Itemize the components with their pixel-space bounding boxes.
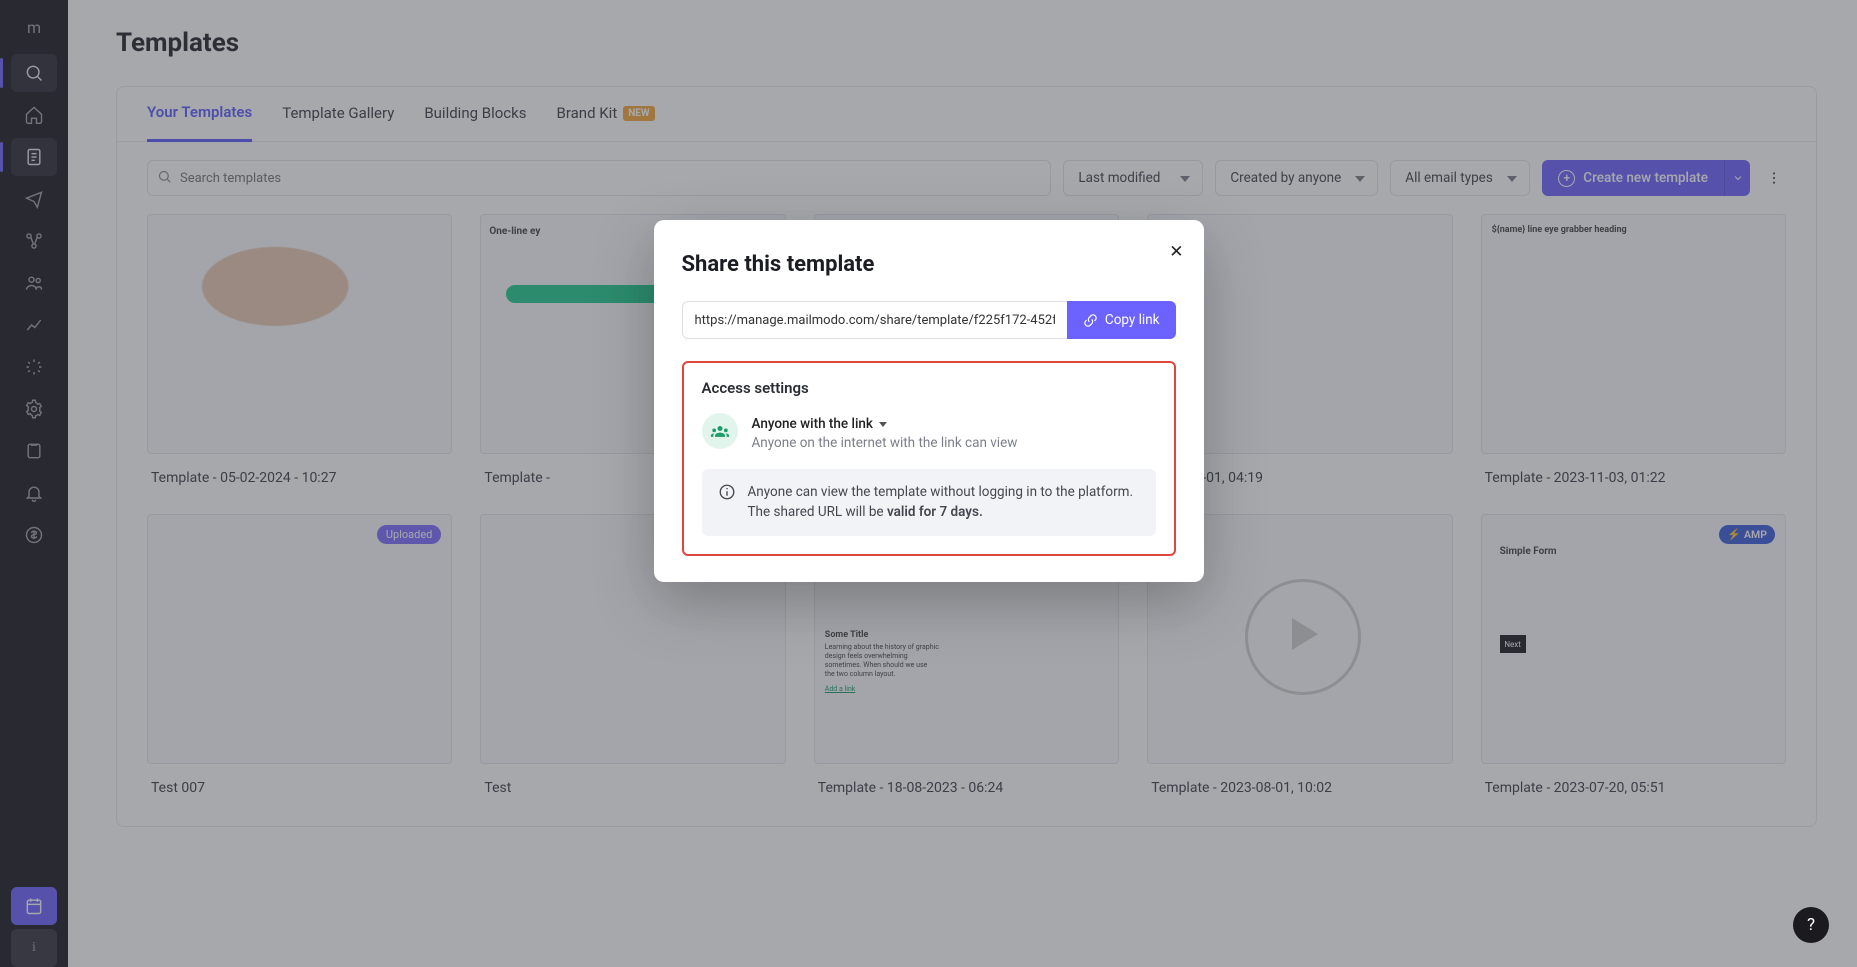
info-icon <box>718 483 736 501</box>
access-settings-box: Access settings Anyone with the link Any… <box>682 361 1176 556</box>
access-option-row: Anyone with the link Anyone on the inter… <box>702 413 1156 451</box>
modal-title: Share this template <box>682 252 1176 277</box>
close-icon[interactable]: ✕ <box>1169 242 1183 262</box>
access-option-description: Anyone on the internet with the link can… <box>752 435 1018 451</box>
access-settings-heading: Access settings <box>702 379 1156 397</box>
share-template-modal: ✕ Share this template Copy link Access s… <box>654 220 1204 582</box>
share-link-row: Copy link <box>682 301 1176 339</box>
access-info-banner: Anyone can view the template without log… <box>702 469 1156 536</box>
help-button[interactable]: ? <box>1793 907 1829 943</box>
access-info-text: Anyone can view the template without log… <box>748 483 1140 522</box>
share-url-input[interactable] <box>682 301 1067 339</box>
copy-link-button[interactable]: Copy link <box>1067 301 1176 339</box>
public-icon <box>702 413 738 449</box>
access-option-dropdown[interactable]: Anyone with the link <box>752 416 887 432</box>
